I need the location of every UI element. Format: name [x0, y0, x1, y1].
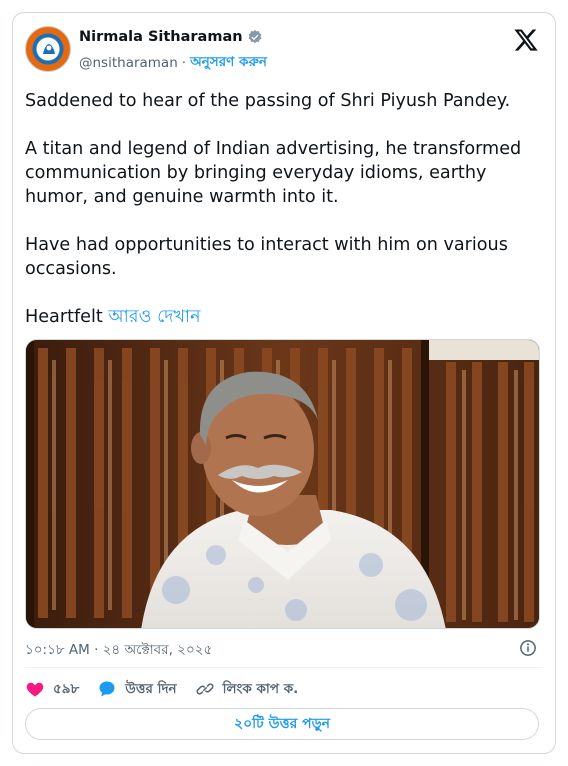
action-bar: ৫৯৮ উত্তর দিন লিংক কাপ ক.: [25, 677, 316, 701]
reply-button[interactable]: উত্তর দিন: [97, 678, 177, 701]
tweet-paragraph-truncated: Heartfelt আরও দেখান: [25, 305, 545, 329]
divider: [25, 667, 543, 668]
tweet-photo[interactable]: [25, 339, 540, 629]
verified-badge-icon: [248, 30, 261, 44]
x-logo-icon[interactable]: [513, 27, 539, 53]
copy-link-button[interactable]: লিংক কাপ ক.: [195, 678, 299, 701]
follow-button[interactable]: অনুসরণ করুন: [190, 51, 267, 74]
info-icon[interactable]: [519, 639, 537, 657]
author-name-row: Nirmala Sitharaman: [79, 29, 263, 45]
tweet-embed-card: Nirmala Sitharaman @nsitharaman · অনুসরণ…: [12, 12, 556, 754]
truncated-text: Heartfelt: [25, 307, 103, 327]
tweet-text: Saddened to hear of the passing of Shri …: [25, 89, 545, 329]
heart-icon: [26, 682, 44, 697]
like-count: ৫৯৮: [53, 680, 80, 697]
photo-image: [26, 340, 539, 628]
tweet-timestamp[interactable]: ১০:১৮ AM · ২৪ অক্টোবর, ২০২৫: [25, 639, 212, 662]
read-replies-button[interactable]: ২০টি উত্তর পড়ুন: [25, 708, 539, 740]
separator-dot: ·: [181, 54, 187, 71]
show-more-link[interactable]: আরও দেখান: [108, 307, 200, 327]
tweet-paragraph: Saddened to hear of the passing of Shri …: [25, 91, 511, 111]
tweet-paragraph: Have had opportunities to interact with …: [25, 235, 508, 279]
author-handle-row: @nsitharaman · অনুসরণ করুন: [79, 51, 267, 74]
speech-bubble-icon: [99, 681, 115, 697]
tweet-paragraph: A titan and legend of Indian advertising…: [25, 139, 522, 207]
like-button[interactable]: ৫৯৮: [25, 678, 79, 701]
author-handle[interactable]: @nsitharaman: [79, 55, 178, 71]
emblem-logo-icon: [39, 40, 59, 60]
reply-label: উত্তর দিন: [125, 680, 177, 697]
copy-link-label: লিংক কাপ ক.: [222, 680, 299, 697]
avatar[interactable]: [25, 26, 71, 72]
link-icon: [196, 683, 214, 695]
author-name[interactable]: Nirmala Sitharaman: [79, 29, 243, 45]
